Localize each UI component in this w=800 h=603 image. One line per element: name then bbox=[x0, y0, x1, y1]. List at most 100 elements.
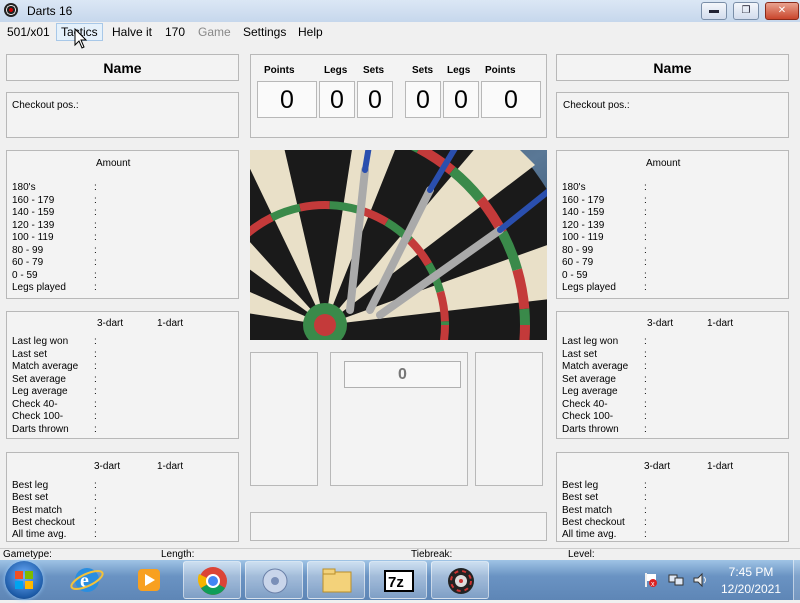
current-score-display: 0 bbox=[344, 361, 461, 388]
right-name-panel[interactable]: Name bbox=[556, 54, 789, 81]
score-header-legs-left: Legs bbox=[324, 65, 348, 76]
input-panel[interactable] bbox=[250, 512, 547, 541]
minimize-button[interactable]: ▬ bbox=[701, 2, 727, 20]
left-stats-panel: 3-dart 1-dart Last leg won: Last set: Matc… bbox=[6, 311, 239, 439]
right-best-row-separator: : bbox=[644, 504, 647, 516]
network-icon[interactable] bbox=[668, 572, 684, 588]
right-best-3dart-header: 3-dart bbox=[644, 461, 671, 472]
media-player-icon[interactable] bbox=[120, 561, 178, 599]
left-stats-row-label: Match average bbox=[12, 361, 79, 372]
right-amount-row-separator: : bbox=[644, 182, 647, 193]
right-amount-row-separator: : bbox=[644, 257, 647, 268]
menu-settings[interactable]: Settings bbox=[239, 24, 290, 40]
right-best-row-label: Best checkout bbox=[562, 516, 625, 528]
left-best-row-label: Best match bbox=[12, 504, 63, 516]
left-name-panel[interactable]: Name bbox=[6, 54, 239, 81]
right-amount-row-label: 120 - 139 bbox=[562, 219, 605, 231]
darts-app-icon[interactable] bbox=[431, 561, 489, 599]
left-amount-row-separator: : bbox=[94, 282, 97, 293]
score-sets-right: 0 bbox=[405, 81, 441, 118]
left-amount-row-label: 120 - 139 bbox=[12, 219, 55, 231]
clock-time[interactable]: 7:45 PM bbox=[712, 565, 790, 579]
title-bar: Darts 16 ▬ ❐ ✕ bbox=[0, 0, 800, 22]
left-best-row-separator: : bbox=[94, 529, 97, 541]
left-best-row-label: Best leg bbox=[12, 480, 49, 491]
right-stats-row-label: Check 100- bbox=[562, 411, 614, 422]
clock-date[interactable]: 12/20/2021 bbox=[712, 582, 790, 596]
right-best-row-label: All time avg. bbox=[562, 529, 617, 541]
media-center-icon[interactable] bbox=[245, 561, 303, 599]
menu-halve-it[interactable]: Halve it bbox=[108, 24, 156, 40]
left-amount-row-label: Legs played bbox=[12, 282, 66, 293]
left-best-1dart-header: 1-dart bbox=[157, 461, 184, 472]
right-best-row-label: Best match bbox=[562, 504, 613, 516]
left-stats-row-separator: : bbox=[94, 361, 97, 372]
action-center-flag-icon[interactable]: x bbox=[643, 572, 657, 588]
left-best-row-label: Best set bbox=[12, 492, 49, 504]
score-legs-right: 0 bbox=[443, 81, 479, 118]
right-amount-row-separator: : bbox=[644, 207, 647, 218]
right-amount-row-separator: : bbox=[644, 232, 647, 243]
right-amount-row-label: 180's bbox=[562, 182, 586, 193]
left-best-row-label: All time avg. bbox=[12, 529, 67, 541]
seven-zip-icon[interactable]: 7z bbox=[369, 561, 427, 599]
left-amount-row-label: 0 - 59 bbox=[12, 269, 38, 281]
taskbar: e 7z x 7:45 PM 12/20/2021 bbox=[0, 560, 800, 600]
score-points-right: 0 bbox=[481, 81, 541, 118]
right-stats-row-label: Check 40- bbox=[562, 398, 608, 410]
left-amount-row-separator: : bbox=[94, 269, 97, 281]
left-stats-row-label: Check 40- bbox=[12, 398, 58, 410]
left-stats-row-label: Darts thrown bbox=[12, 423, 69, 435]
center-left-panel bbox=[250, 352, 318, 486]
left-amount-row-label: 60 - 79 bbox=[12, 257, 44, 268]
right-stats-row-separator: : bbox=[644, 423, 647, 435]
internet-explorer-icon[interactable]: e bbox=[58, 561, 116, 599]
center-score-panel: 0 bbox=[330, 352, 468, 486]
close-button[interactable]: ✕ bbox=[765, 2, 799, 20]
right-stats-panel: 3-dart 1-dart Last leg won: Last set: Matc… bbox=[556, 311, 789, 439]
file-explorer-icon[interactable] bbox=[307, 561, 365, 599]
left-amount-row-separator: : bbox=[94, 257, 97, 268]
right-amount-row-separator: : bbox=[644, 244, 647, 256]
right-stats-row-separator: : bbox=[644, 348, 647, 360]
left-amount-row-label: 160 - 179 bbox=[12, 194, 55, 206]
right-amount-row-label: 80 - 99 bbox=[562, 244, 594, 256]
maximize-button[interactable]: ❐ bbox=[733, 2, 759, 20]
left-best-panel: 3-dart 1-dart Best leg: Best set: Best mat… bbox=[6, 452, 239, 542]
volume-icon[interactable] bbox=[692, 572, 708, 588]
status-length: Length: bbox=[161, 549, 195, 560]
right-stats-row-label: Darts thrown bbox=[562, 423, 619, 435]
left-stats-row-separator: : bbox=[94, 373, 97, 385]
menu-170[interactable]: 170 bbox=[161, 24, 189, 40]
left-amount-row-label: 80 - 99 bbox=[12, 244, 44, 256]
right-stats-row-label: Set average bbox=[562, 373, 616, 385]
menu-game[interactable]: Game bbox=[194, 24, 235, 40]
chrome-icon[interactable] bbox=[183, 561, 241, 599]
right-best-row-label: Best leg bbox=[562, 480, 599, 491]
left-amount-row-separator: : bbox=[94, 232, 97, 243]
right-best-row-label: Best set bbox=[562, 492, 599, 504]
menu-501-x01[interactable]: 501/x01 bbox=[3, 24, 54, 40]
window-title: Darts 16 bbox=[27, 4, 73, 18]
svg-text:7z: 7z bbox=[388, 574, 404, 591]
start-orb-icon[interactable] bbox=[5, 561, 43, 599]
status-level: Level: bbox=[568, 549, 595, 560]
right-amount-row-separator: : bbox=[644, 219, 647, 231]
left-best-row-separator: : bbox=[94, 480, 97, 491]
left-amount-row-separator: : bbox=[94, 244, 97, 256]
left-stats-row-label: Leg average bbox=[12, 386, 68, 397]
menu-help[interactable]: Help bbox=[294, 24, 327, 40]
left-best-row-separator: : bbox=[94, 516, 97, 528]
score-header-sets-right: Sets bbox=[412, 65, 434, 76]
right-stats-row-separator: : bbox=[644, 398, 647, 410]
left-stats-row-label: Last leg won bbox=[12, 336, 69, 347]
right-amount-row-label: 0 - 59 bbox=[562, 269, 588, 281]
right-stats-row-label: Leg average bbox=[562, 386, 618, 397]
right-stats-1dart-header: 1-dart bbox=[707, 318, 734, 329]
menu-bar: 501/x01 Tactics Halve it 170 Game Settin… bbox=[0, 22, 800, 41]
right-stats-row-separator: : bbox=[644, 411, 647, 422]
show-desktop-button[interactable] bbox=[793, 560, 800, 600]
score-sets-left: 0 bbox=[357, 81, 393, 118]
left-stats-row-separator: : bbox=[94, 423, 97, 435]
score-header-legs-right: Legs bbox=[447, 65, 471, 76]
